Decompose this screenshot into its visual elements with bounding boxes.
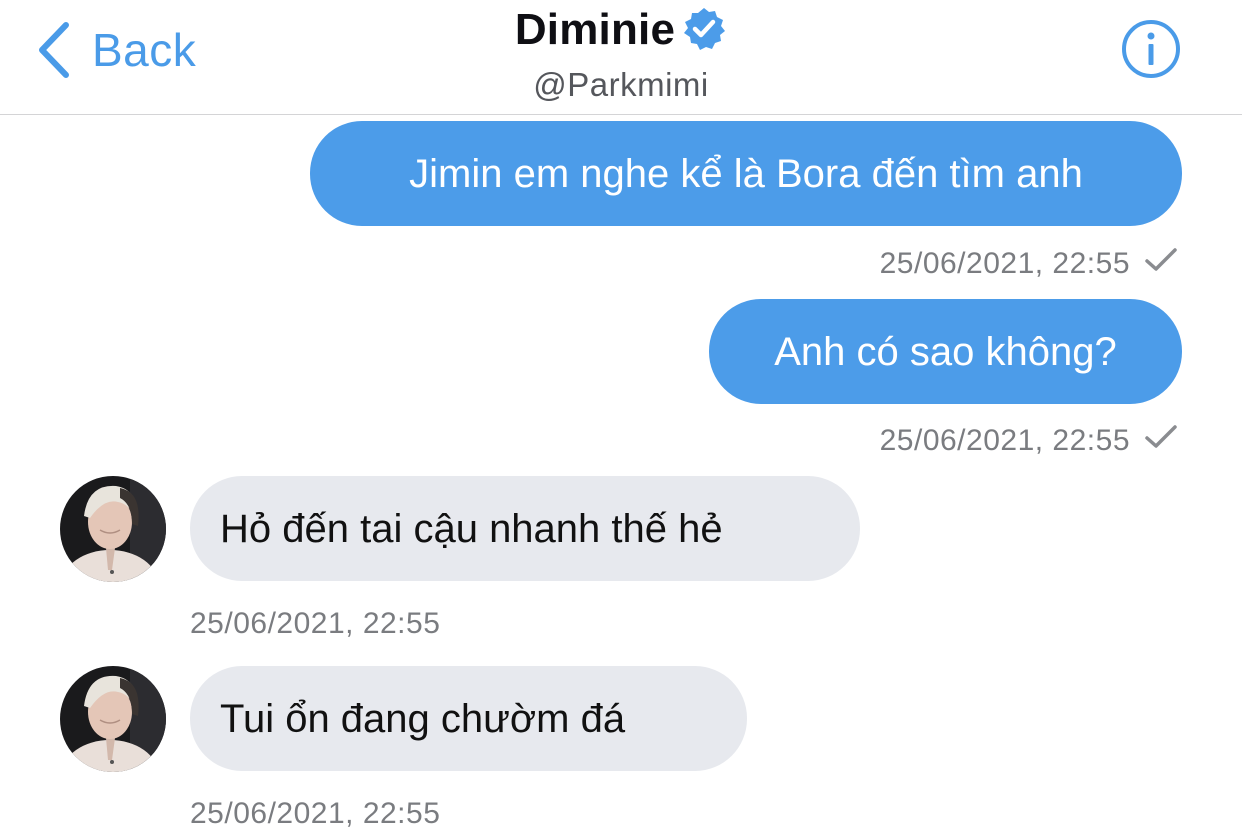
message-timestamp: 25/06/2021, 22:55 bbox=[880, 246, 1178, 282]
checkmark-icon bbox=[1144, 247, 1178, 281]
contact-name: Diminie bbox=[514, 5, 676, 54]
message-bubble-outgoing[interactable]: Anh có sao không? bbox=[709, 299, 1182, 404]
info-icon bbox=[1120, 20, 1182, 84]
message-timestamp: 25/06/2021, 22:55 bbox=[880, 423, 1178, 459]
contact-handle: @Parkmimi bbox=[533, 66, 709, 103]
verified-badge-icon bbox=[681, 6, 727, 57]
info-button[interactable] bbox=[1120, 18, 1182, 80]
message-text: Anh có sao không? bbox=[774, 329, 1117, 374]
timestamp-text: 25/06/2021, 22:55 bbox=[879, 424, 1130, 457]
contact-title-block: Diminie @Parkmimi bbox=[0, 0, 1242, 104]
timestamp-text: 25/06/2021, 22:55 bbox=[190, 607, 441, 640]
message-bubble-incoming[interactable]: Tui ổn đang chườm đá bbox=[190, 666, 747, 771]
message-timestamp: 25/06/2021, 22:55 bbox=[190, 796, 440, 832]
avatar[interactable] bbox=[60, 476, 166, 582]
message-bubble-outgoing[interactable]: Jimin em nghe kể là Bora đến tìm anh bbox=[310, 121, 1182, 226]
avatar[interactable] bbox=[60, 666, 166, 772]
checkmark-icon bbox=[1144, 424, 1178, 458]
timestamp-text: 25/06/2021, 22:55 bbox=[879, 247, 1130, 280]
message-bubble-incoming[interactable]: Hỏ đến tai cậu nhanh thế hẻ bbox=[190, 476, 860, 581]
timestamp-text: 25/06/2021, 22:55 bbox=[190, 797, 441, 830]
message-text: Jimin em nghe kể là Bora đến tìm anh bbox=[409, 151, 1083, 196]
message-text: Tui ổn đang chườm đá bbox=[220, 696, 626, 741]
message-text: Hỏ đến tai cậu nhanh thế hẻ bbox=[220, 506, 723, 551]
conversation-header: Back Diminie @Parkmimi bbox=[0, 0, 1242, 115]
contact-name-row: Diminie bbox=[514, 5, 727, 57]
message-timestamp: 25/06/2021, 22:55 bbox=[190, 606, 440, 642]
